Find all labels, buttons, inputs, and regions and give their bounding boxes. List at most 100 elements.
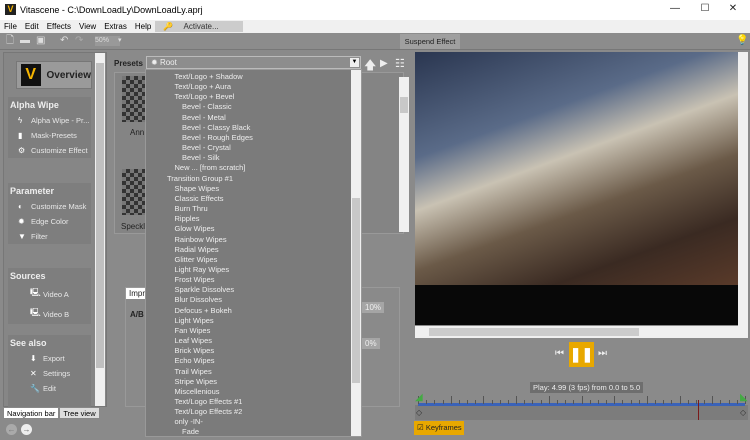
- dropdown-item[interactable]: Miscellenious: [146, 387, 361, 397]
- dropdown-item[interactable]: Frost Wipes: [146, 275, 361, 285]
- pause-button[interactable]: ❚❚: [569, 342, 594, 367]
- nav-edge-color[interactable]: ✹ Edge Color: [8, 214, 91, 229]
- start-marker-icon[interactable]: ◢: [415, 392, 423, 403]
- dropdown-scrollbar[interactable]: [351, 70, 361, 436]
- dropdown-item[interactable]: Classic Effects: [146, 194, 361, 204]
- nav-video-b[interactable]: 🖳 Video B: [8, 304, 91, 324]
- dropdown-item[interactable]: Text/Logo Effects #2: [146, 407, 361, 417]
- chevron-down-icon[interactable]: ▾: [118, 36, 128, 46]
- menu-help[interactable]: Help: [131, 22, 155, 31]
- suspend-effect-button[interactable]: Suspend Effect: [400, 34, 460, 49]
- dropdown-item[interactable]: Ripples: [146, 214, 361, 224]
- nav-scrollbar[interactable]: [95, 53, 105, 406]
- value-spinner-1[interactable]: 10%: [362, 302, 385, 313]
- dropdown-item[interactable]: Light Ray Wipes: [146, 265, 361, 275]
- presets-scrollbar[interactable]: [399, 77, 409, 232]
- minimize-button[interactable]: —: [660, 3, 690, 14]
- tab-tree-view[interactable]: Tree view: [59, 407, 100, 419]
- dropdown-item[interactable]: Trail Wipes: [146, 367, 361, 377]
- open-folder-icon[interactable]: ▬: [20, 36, 30, 46]
- dropdown-item[interactable]: Shape Wipes: [146, 184, 361, 194]
- end-marker-icon[interactable]: ◣: [740, 392, 748, 403]
- tab-navigation-bar[interactable]: Navigation bar: [3, 407, 60, 419]
- preview-hscrollbar[interactable]: [415, 326, 748, 338]
- dropdown-item[interactable]: Leaf Wipes: [146, 336, 361, 346]
- dropdown-item[interactable]: Brick Wipes: [146, 346, 361, 356]
- dropdown-item[interactable]: Bevel - Metal: [146, 113, 361, 123]
- preset-thumbnail[interactable]: [122, 169, 146, 215]
- nav-settings[interactable]: ✕ Settings: [8, 366, 91, 381]
- nav-edit[interactable]: 🔧 Edit: [8, 381, 91, 396]
- dropdown-item[interactable]: Rainbow Wipes: [146, 235, 361, 245]
- maximize-button[interactable]: ☐: [690, 3, 720, 14]
- dropdown-item[interactable]: Radial Wipes: [146, 245, 361, 255]
- list-view-icon[interactable]: ☷: [395, 57, 405, 70]
- back-icon[interactable]: ←: [6, 424, 17, 435]
- dropdown-item[interactable]: Text/Logo Effects #1: [146, 397, 361, 407]
- dropdown-item[interactable]: Stripe Wipes: [146, 377, 361, 387]
- dropdown-item[interactable]: Transition Group #1: [146, 174, 361, 184]
- nav-mask-presets[interactable]: ▮ Mask-Presets: [8, 128, 91, 143]
- keyframes-toggle[interactable]: ☑ Keyframes: [414, 421, 464, 435]
- nav-alpha-wipe-preset[interactable]: ϟ Alpha Wipe - Pr...: [8, 113, 91, 128]
- dropdown-item[interactable]: Echo Wipes: [146, 356, 361, 366]
- menu-effects[interactable]: Effects: [43, 22, 75, 31]
- menu-view[interactable]: View: [75, 22, 100, 31]
- up-arrow-icon[interactable]: 🡅: [364, 56, 376, 77]
- title-bar: V Vitascene - C:\DownLoadLy\DownLoadLy.a…: [0, 0, 750, 20]
- nav-filter[interactable]: ▼ Filter: [8, 229, 91, 244]
- preset-thumbnail[interactable]: [122, 76, 146, 122]
- keyframe-diamond-icon[interactable]: ◇: [416, 408, 422, 417]
- menu-activate[interactable]: 🔑 Activate...: [155, 21, 243, 32]
- dropdown-item[interactable]: Defocus + Bokeh: [146, 306, 361, 316]
- menu-file[interactable]: File: [0, 22, 21, 31]
- lightbulb-icon[interactable]: 💡: [736, 36, 748, 46]
- value-spinner-2[interactable]: 0%: [362, 338, 380, 349]
- undo-icon[interactable]: ↶: [60, 36, 70, 46]
- timeline-tick: [548, 396, 550, 404]
- timeline-tick: [483, 396, 485, 404]
- chevron-down-icon[interactable]: ▼: [350, 58, 359, 67]
- menu-extras[interactable]: Extras: [100, 22, 131, 31]
- dropdown-item[interactable]: Bevel - Silk: [146, 153, 361, 163]
- nav-customize-effect[interactable]: ⚙ Customize Effect: [8, 143, 91, 158]
- zoom-select[interactable]: 50%: [95, 36, 120, 46]
- dropdown-item[interactable]: New ... [from scratch]: [146, 163, 361, 173]
- close-button[interactable]: ✕: [718, 3, 748, 14]
- save-icon[interactable]: ▣: [36, 36, 46, 46]
- dropdown-item[interactable]: Glitter Wipes: [146, 255, 361, 265]
- playhead[interactable]: [698, 400, 699, 420]
- dropdown-item[interactable]: Text/Logo + Aura: [146, 82, 361, 92]
- preset-category-select[interactable]: ✹ Root ▼: [146, 56, 361, 69]
- nav-customize-mask[interactable]: ◐ Customize Mask: [8, 199, 91, 214]
- dropdown-item[interactable]: Sparkle Dissolves: [146, 285, 361, 295]
- dropdown-item[interactable]: Bevel - Classy Black: [146, 123, 361, 133]
- forward-icon[interactable]: →: [21, 424, 32, 435]
- dropdown-item[interactable]: Bevel - Classic: [146, 102, 361, 112]
- overview-button[interactable]: V Overview: [16, 61, 92, 89]
- skip-back-icon[interactable]: ⏮: [555, 348, 564, 359]
- dropdown-item[interactable]: Burn Thru: [146, 204, 361, 214]
- timeline-tick: [728, 400, 730, 404]
- dropdown-item[interactable]: only -IN-: [146, 417, 361, 427]
- skip-forward-icon[interactable]: ⏭: [598, 348, 607, 359]
- nav-export[interactable]: ⬇ Export: [8, 351, 91, 366]
- preview-vscrollbar[interactable]: [738, 52, 748, 326]
- new-file-icon[interactable]: 🗋: [6, 36, 16, 46]
- keyframe-diamond-icon[interactable]: ◇: [740, 408, 746, 417]
- dropdown-item[interactable]: Bevel - Crystal: [146, 143, 361, 153]
- dropdown-item[interactable]: Blur Dissolves: [146, 295, 361, 305]
- nav-video-a[interactable]: 🖳 Video A: [8, 284, 91, 304]
- dropdown-item[interactable]: Glow Wipes: [146, 224, 361, 234]
- dropdown-item[interactable]: Text/Logo + Bevel: [146, 92, 361, 102]
- preset-thumb-label: Ann: [130, 128, 145, 137]
- play-preset-icon[interactable]: ▶: [380, 58, 388, 69]
- dropdown-item[interactable]: Fade: [146, 427, 361, 436]
- timeline-tick: [507, 400, 509, 404]
- dropdown-item[interactable]: Light Wipes: [146, 316, 361, 326]
- dropdown-item[interactable]: Text/Logo + Shadow: [146, 72, 361, 82]
- redo-icon[interactable]: ↷: [75, 36, 85, 46]
- dropdown-item[interactable]: Fan Wipes: [146, 326, 361, 336]
- dropdown-item[interactable]: Bevel - Rough Edges: [146, 133, 361, 143]
- menu-edit[interactable]: Edit: [21, 22, 43, 31]
